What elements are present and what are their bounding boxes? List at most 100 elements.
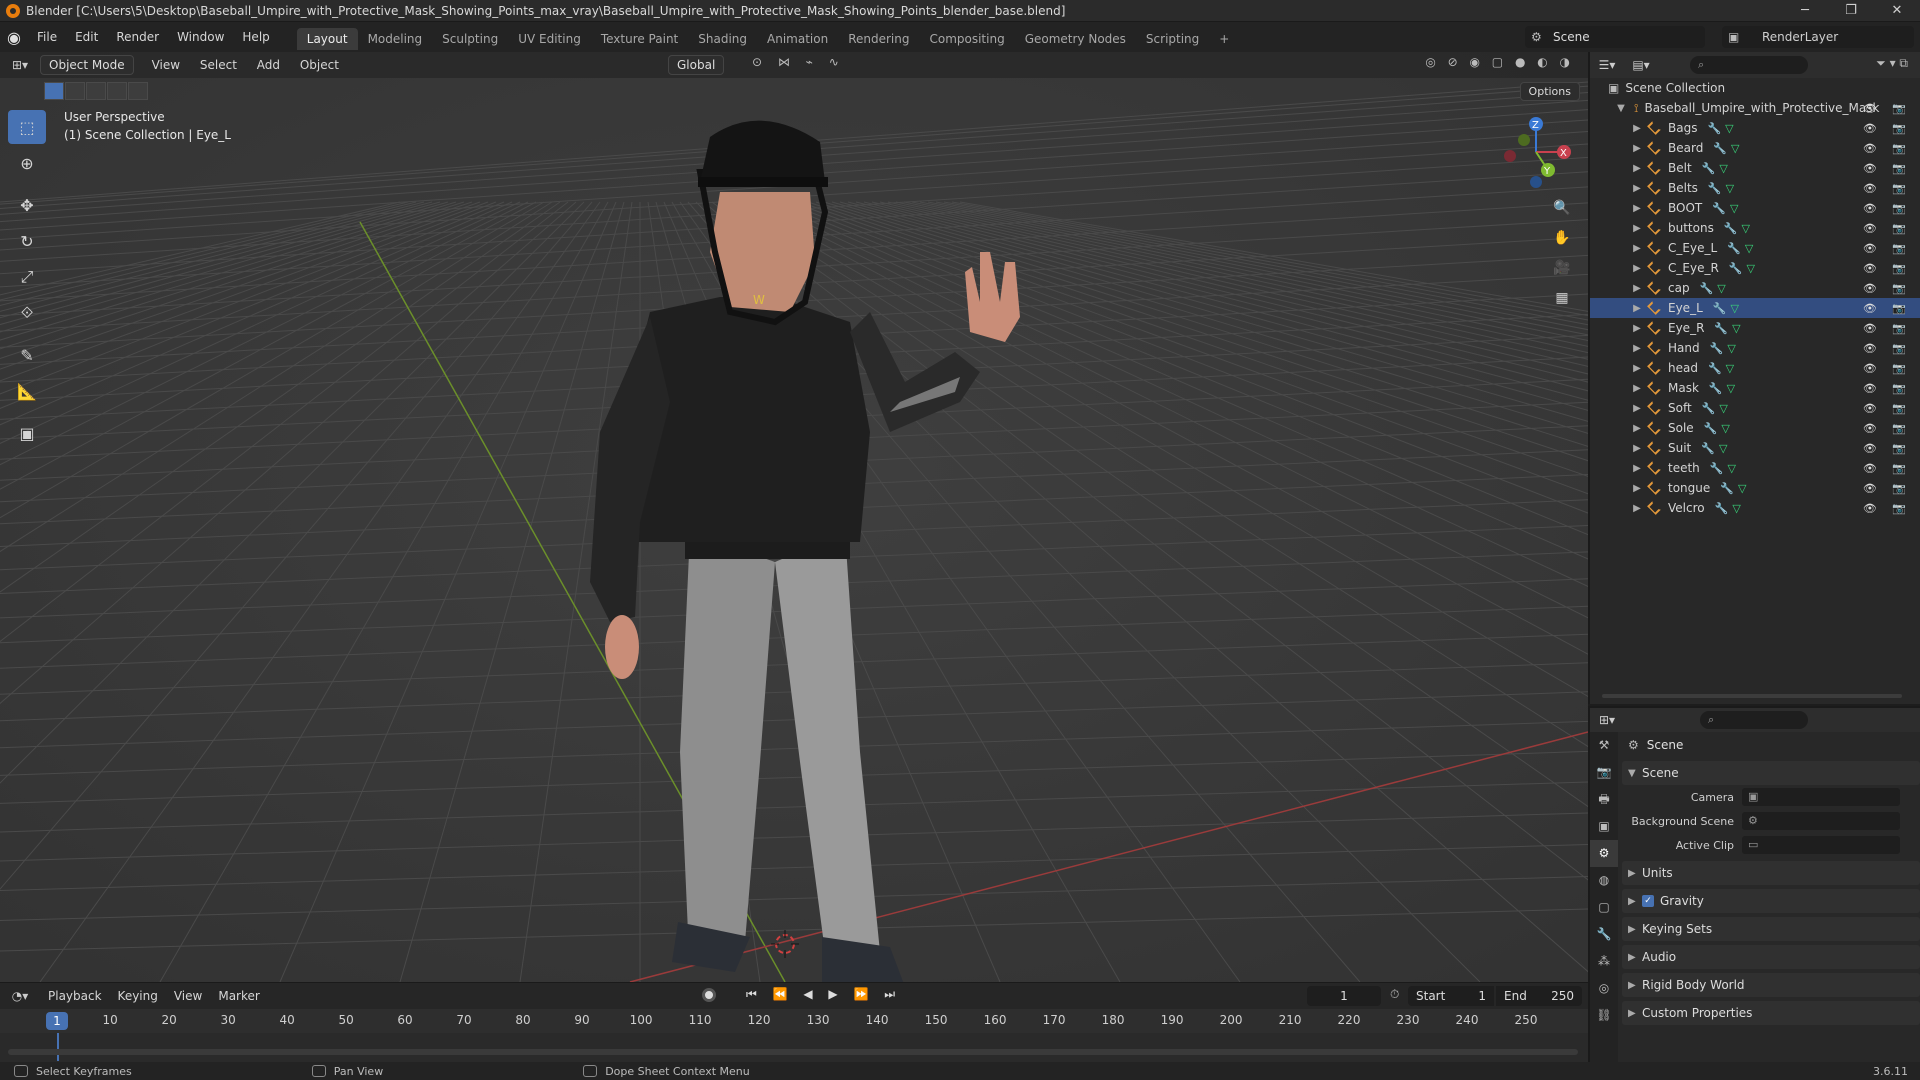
camera-view-icon[interactable]: 🎥 bbox=[1548, 254, 1576, 282]
outliner-object-row[interactable]: ▶ Bags 🔧 ▽ 👁 📷 bbox=[1590, 118, 1920, 138]
tab-shading[interactable]: Shading bbox=[688, 28, 757, 50]
modifier-icon[interactable]: 🔧 ▽ bbox=[1715, 502, 1741, 515]
mesh-data-icon[interactable]: ▽ bbox=[1717, 282, 1725, 295]
menu-edit[interactable]: Edit bbox=[66, 22, 107, 52]
select-box-tool-icon[interactable]: ⬚ bbox=[8, 110, 46, 144]
transform-orientation-dropdown[interactable]: Global bbox=[668, 55, 725, 75]
expand-arrow-icon[interactable]: ▶ bbox=[1630, 143, 1644, 154]
mesh-data-icon[interactable]: ▽ bbox=[1726, 362, 1734, 375]
outliner-object-row[interactable]: ▶ tongue 🔧 ▽ 👁 📷 bbox=[1590, 478, 1920, 498]
expand-arrow-icon[interactable]: ▶ bbox=[1630, 183, 1644, 194]
measure-tool-icon[interactable]: 📐 bbox=[8, 374, 46, 408]
select-extend-icon[interactable] bbox=[65, 82, 85, 100]
display-mode-icon[interactable]: ▤▾ bbox=[1624, 58, 1658, 72]
current-frame-field[interactable]: 1 bbox=[1307, 986, 1381, 1006]
umpire-model[interactable]: W bbox=[560, 102, 1060, 982]
timeline-body[interactable] bbox=[0, 1033, 1588, 1061]
modifier-icon[interactable]: 🔧 ▽ bbox=[1702, 402, 1728, 415]
expand-arrow-icon[interactable]: ▶ bbox=[1630, 363, 1644, 374]
mesh-data-icon[interactable]: ▽ bbox=[1727, 342, 1735, 355]
tab-sculpting[interactable]: Sculpting bbox=[432, 28, 508, 50]
pan-hand-icon[interactable]: ✋ bbox=[1548, 224, 1576, 252]
scene-panel-header[interactable]: ▼ Scene bbox=[1622, 761, 1920, 785]
expand-arrow-icon[interactable]: ▶ bbox=[1630, 203, 1644, 214]
tab-modeling[interactable]: Modeling bbox=[358, 28, 433, 50]
outliner-object-row[interactable]: ▶ C_Eye_L 🔧 ▽ 👁 📷 bbox=[1590, 238, 1920, 258]
menu-help[interactable]: Help bbox=[233, 22, 278, 52]
start-frame-field[interactable]: Start 1 bbox=[1408, 986, 1494, 1006]
outliner-object-row[interactable]: ▶ Eye_R 🔧 ▽ 👁 📷 bbox=[1590, 318, 1920, 338]
tab-compositing[interactable]: Compositing bbox=[919, 28, 1014, 50]
end-frame-field[interactable]: End 250 bbox=[1496, 986, 1582, 1006]
scene-selector[interactable]: ⚙ Scene bbox=[1525, 26, 1705, 48]
visibility-icons[interactable]: 👁 📷 bbox=[1863, 322, 1912, 335]
snap-tools-icon[interactable]: ⊙ ⋈ ⌁ ∿ bbox=[752, 55, 845, 69]
mesh-data-icon[interactable]: ▽ bbox=[1727, 462, 1735, 475]
menu-file[interactable]: File bbox=[28, 22, 66, 52]
modifier-icon[interactable]: 🔧 ▽ bbox=[1708, 182, 1734, 195]
expand-arrow-icon[interactable]: ▶ bbox=[1630, 163, 1644, 174]
visibility-icons[interactable]: 👁 📷 bbox=[1863, 162, 1912, 175]
visibility-icons[interactable]: 👁 📷 bbox=[1863, 182, 1912, 195]
view-layer-tab-icon[interactable]: ▣ bbox=[1590, 813, 1618, 840]
expand-arrow-icon[interactable]: ▶ bbox=[1630, 483, 1644, 494]
modifier-icon[interactable]: 🔧 ▽ bbox=[1708, 362, 1734, 375]
outliner-object-row[interactable]: ▶ Belts 🔧 ▽ 👁 📷 bbox=[1590, 178, 1920, 198]
mesh-data-icon[interactable]: ▽ bbox=[1732, 502, 1740, 515]
expand-arrow-icon[interactable]: ▶ bbox=[1630, 243, 1644, 254]
physics-tab-icon[interactable]: ◎ bbox=[1590, 975, 1618, 1002]
visibility-icons[interactable]: 👁 📷 bbox=[1863, 382, 1912, 395]
outliner-editor-type-icon[interactable]: ☰▾ bbox=[1590, 58, 1624, 72]
object-tab-icon[interactable]: ▢ bbox=[1590, 894, 1618, 921]
visibility-icons[interactable]: 👁 📷 bbox=[1863, 262, 1912, 275]
expand-arrow-icon[interactable]: ▶ bbox=[1630, 383, 1644, 394]
select-invert-icon[interactable] bbox=[107, 82, 127, 100]
menu-add[interactable]: Add bbox=[249, 58, 288, 72]
expand-arrow-icon[interactable]: ▼ bbox=[1614, 103, 1628, 114]
modifier-icon[interactable]: 🔧 ▽ bbox=[1709, 382, 1735, 395]
outliner-object-row[interactable]: ▶ cap 🔧 ▽ 👁 📷 bbox=[1590, 278, 1920, 298]
menu-marker[interactable]: Marker bbox=[210, 989, 267, 1003]
modifier-icon[interactable]: 🔧 ▽ bbox=[1713, 302, 1739, 315]
visibility-icons[interactable]: 👁 📷 bbox=[1863, 402, 1912, 415]
record-icon[interactable] bbox=[702, 988, 716, 1002]
gravity-checkbox[interactable]: ✓ bbox=[1642, 895, 1654, 907]
visibility-icons[interactable]: 👁 📷 bbox=[1863, 442, 1912, 455]
expand-arrow-icon[interactable]: ▶ bbox=[1630, 443, 1644, 454]
menu-view[interactable]: View bbox=[144, 58, 188, 72]
timeline-scrollbar[interactable] bbox=[8, 1049, 1578, 1055]
output-tab-icon[interactable]: 🖶 bbox=[1590, 786, 1618, 813]
move-tool-icon[interactable]: ✥ bbox=[8, 188, 46, 222]
visibility-icons[interactable]: 👁 📷 bbox=[1863, 122, 1912, 135]
modifier-icon[interactable]: 🔧 ▽ bbox=[1727, 242, 1753, 255]
visibility-icons[interactable]: 👁 📷 bbox=[1863, 462, 1912, 475]
object-mode-dropdown[interactable]: Object Mode bbox=[40, 55, 134, 75]
modifier-icon[interactable]: 🔧 ▽ bbox=[1702, 162, 1728, 175]
properties-search-input[interactable]: ⌕ bbox=[1700, 711, 1808, 729]
mesh-data-icon[interactable]: ▽ bbox=[1742, 222, 1750, 235]
modifier-icon[interactable]: 🔧 ▽ bbox=[1720, 482, 1746, 495]
tab-scripting[interactable]: Scripting bbox=[1136, 28, 1209, 50]
scene-tab-icon[interactable]: ⚙ bbox=[1590, 840, 1618, 867]
menu-window[interactable]: Window bbox=[168, 22, 233, 52]
scale-tool-icon[interactable]: ⤢ bbox=[8, 260, 46, 294]
expand-arrow-icon[interactable]: ▶ bbox=[1630, 503, 1644, 514]
scene-collection-row[interactable]: ▣ Scene Collection bbox=[1590, 78, 1920, 98]
visibility-icons[interactable]: 👁 📷 bbox=[1863, 242, 1912, 255]
outliner-object-row[interactable]: ▶ Mask 🔧 ▽ 👁 📷 bbox=[1590, 378, 1920, 398]
outliner-object-row[interactable]: ▶ BOOT 🔧 ▽ 👁 📷 bbox=[1590, 198, 1920, 218]
close-button[interactable]: ✕ bbox=[1874, 0, 1920, 22]
add-cube-tool-icon[interactable]: ▣ bbox=[8, 416, 46, 450]
properties-editor-type-icon[interactable]: ⊞▾ bbox=[1590, 713, 1624, 727]
tab-layout[interactable]: Layout bbox=[296, 28, 358, 50]
menu-select[interactable]: Select bbox=[192, 58, 245, 72]
modifier-icon[interactable]: 🔧 ▽ bbox=[1700, 282, 1726, 295]
properties-editor[interactable]: ⊞▾ ⌕ ⚒ 📷 🖶 ▣ ⚙ ◍ ▢ 🔧 ⁂ ◎ ⛓ ⚙ Scene ▼ Sce… bbox=[1588, 706, 1920, 1062]
outliner-object-row[interactable]: ▶ Belt 🔧 ▽ 👁 📷 bbox=[1590, 158, 1920, 178]
particles-tab-icon[interactable]: ⁂ bbox=[1590, 948, 1618, 975]
modifier-icon[interactable]: 🔧 ▽ bbox=[1710, 462, 1736, 475]
mesh-data-icon[interactable]: ▽ bbox=[1719, 402, 1727, 415]
tab-texture-paint[interactable]: Texture Paint bbox=[591, 28, 688, 50]
tab-geometry-nodes[interactable]: Geometry Nodes bbox=[1015, 28, 1136, 50]
modifier-icon[interactable]: 🔧 ▽ bbox=[1714, 322, 1740, 335]
